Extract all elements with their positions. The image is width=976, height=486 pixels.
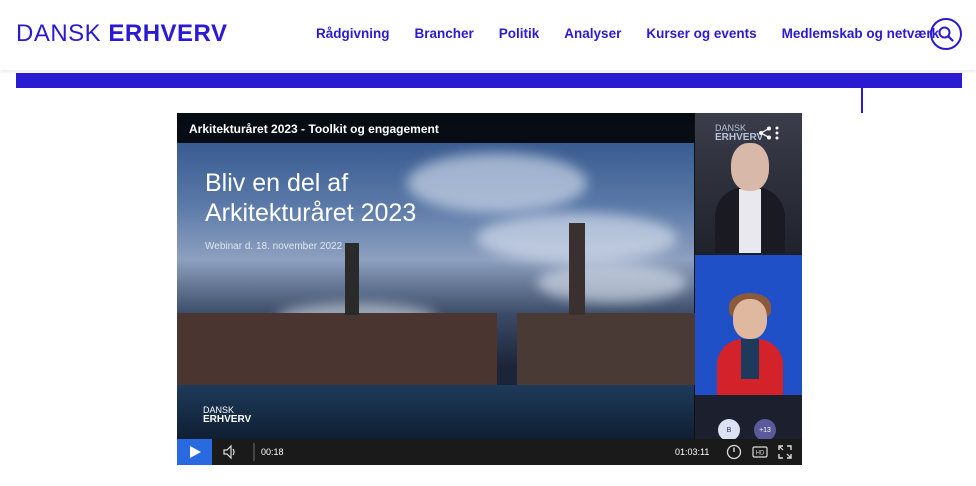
- video-title: Arkitekturåret 2023 - Toolkit og engagem…: [189, 122, 439, 136]
- side-logo: DANSK ERHVERV: [715, 123, 763, 143]
- logo-text-bold: ERHVERV: [108, 20, 228, 47]
- progress-start-divider: [253, 443, 255, 461]
- more-options-icon[interactable]: [769, 125, 785, 141]
- slide-title: Bliv en del af Arkitekturåret 2023: [205, 168, 416, 228]
- site-header: DANSK ERHVERV Rådgivning Brancher Politi…: [0, 0, 976, 70]
- site-logo[interactable]: DANSK ERHVERV: [16, 20, 227, 48]
- hero-bar: [16, 73, 962, 88]
- slide-logo-bold: ERHVERV: [203, 414, 252, 425]
- play-icon: [190, 446, 201, 458]
- search-button[interactable]: [930, 18, 962, 50]
- participant-avatar[interactable]: B: [718, 419, 740, 441]
- divider-line: [861, 73, 863, 113]
- search-icon: [938, 26, 954, 42]
- participant-avatar-more[interactable]: +13: [754, 419, 776, 441]
- fullscreen-icon[interactable]: [777, 444, 793, 460]
- video-slide: Arkitekturåret 2023 - Toolkit og engagem…: [177, 113, 697, 439]
- speaker-video-1: DANSK ERHVERV: [695, 113, 802, 253]
- slide-title-line1: Bliv en del af: [205, 169, 349, 197]
- video-title-bar: Arkitekturåret 2023 - Toolkit og engagem…: [177, 113, 694, 143]
- canal-water: [177, 385, 694, 439]
- nav-item-analyser[interactable]: Analyser: [564, 26, 621, 41]
- speaker-video-2: [695, 255, 802, 395]
- nav-item-brancher[interactable]: Brancher: [415, 26, 474, 41]
- video-player[interactable]: Arkitekturåret 2023 - Toolkit og engagem…: [177, 113, 802, 465]
- slide-logo: DANSK ERHVERV: [203, 405, 251, 425]
- nav-item-kurser-og-events[interactable]: Kurser og events: [646, 26, 756, 41]
- nav-item-medlemskab[interactable]: Medlemskab og netværk: [782, 26, 940, 41]
- play-button[interactable]: [177, 439, 212, 465]
- nav-item-raadgivning[interactable]: Rådgivning: [316, 26, 390, 41]
- slide-subtitle: Webinar d. 18. november 2022: [205, 241, 343, 252]
- main-nav: Rådgivning Brancher Politik Analyser Kur…: [316, 26, 964, 41]
- current-time: 00:18: [261, 447, 284, 457]
- logo-text-light: DANSK: [16, 20, 102, 47]
- hd-quality-icon[interactable]: HD: [752, 444, 768, 460]
- slide-title-line2: Arkitekturåret 2023: [205, 199, 417, 227]
- video-controls: 00:18 01:03:11 HD: [177, 439, 802, 465]
- nav-item-politik[interactable]: Politik: [499, 26, 540, 41]
- total-time: 01:03:11: [675, 447, 710, 457]
- playback-speed-icon[interactable]: [726, 444, 742, 460]
- participant-panel: DANSK ERHVERV: [695, 113, 802, 439]
- volume-icon[interactable]: [222, 444, 238, 460]
- svg-text:HD: HD: [756, 451, 765, 457]
- side-logo-bold: ERHVERV: [715, 132, 764, 143]
